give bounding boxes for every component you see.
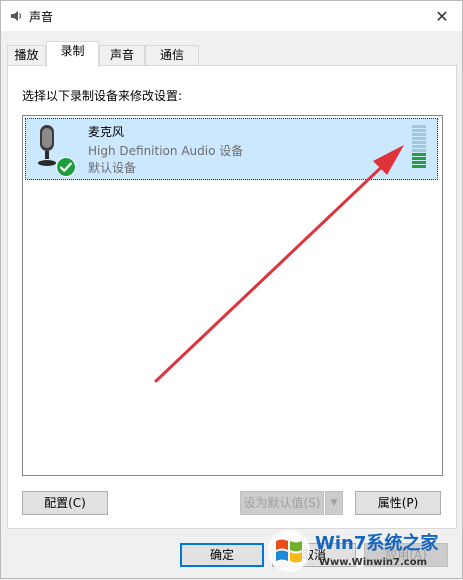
windows-logo-icon	[268, 530, 310, 572]
window-title: 声音	[29, 10, 54, 24]
title-bar: 声音 ✕	[1, 1, 462, 31]
device-name: 麦克风	[88, 125, 125, 139]
level-segment	[412, 133, 426, 136]
level-meter	[412, 125, 426, 169]
set-default-button[interactable]: 设为默认值(S)	[240, 491, 324, 515]
device-status: 默认设备	[88, 161, 137, 175]
close-icon: ✕	[435, 6, 449, 26]
watermark: Win7系统之家 Www.Winwin7.com	[263, 523, 463, 578]
level-segment	[412, 141, 426, 144]
instruction-text: 选择以下录制设备来修改设置:	[22, 89, 183, 103]
list-item[interactable]: 麦克风 High Definition Audio 设备 默认设备	[25, 118, 438, 180]
level-segment	[412, 161, 426, 164]
tab-communications[interactable]: 通信	[145, 45, 199, 66]
speaker-icon	[11, 11, 22, 21]
configure-button[interactable]: 配置(C)	[22, 491, 108, 515]
watermark-brand: Win7系统之家	[315, 533, 439, 554]
tab-playback[interactable]: 播放	[7, 45, 46, 66]
default-check-icon	[56, 157, 76, 177]
level-segment	[412, 149, 426, 152]
close-button[interactable]: ✕	[422, 1, 462, 31]
tab-recording[interactable]: 录制	[46, 41, 99, 67]
device-description: High Definition Audio 设备	[88, 144, 244, 158]
device-list[interactable]: 麦克风 High Definition Audio 设备 默认设备	[22, 115, 443, 476]
tab-sounds[interactable]: 声音	[99, 45, 145, 66]
chevron-down-icon: ▼	[330, 498, 338, 508]
set-default-dropdown[interactable]: ▼	[325, 491, 343, 515]
level-segment	[412, 137, 426, 140]
level-segment	[412, 125, 426, 128]
ok-button[interactable]: 确定	[180, 543, 264, 567]
level-segment	[412, 157, 426, 160]
level-segment	[412, 165, 426, 168]
recording-panel: 选择以下录制设备来修改设置: 麦克风 High Definition Audio…	[7, 65, 457, 529]
level-segment	[412, 153, 426, 156]
level-segment	[412, 129, 426, 132]
sound-dialog: 声音 ✕ 播放 录制 声音 通信 选择以下录制设备来修改设置: 麦克风 High…	[0, 0, 463, 579]
watermark-url: Www.Winwin7.com	[319, 557, 428, 568]
properties-button[interactable]: 属性(P)	[355, 491, 441, 515]
level-segment	[412, 145, 426, 148]
